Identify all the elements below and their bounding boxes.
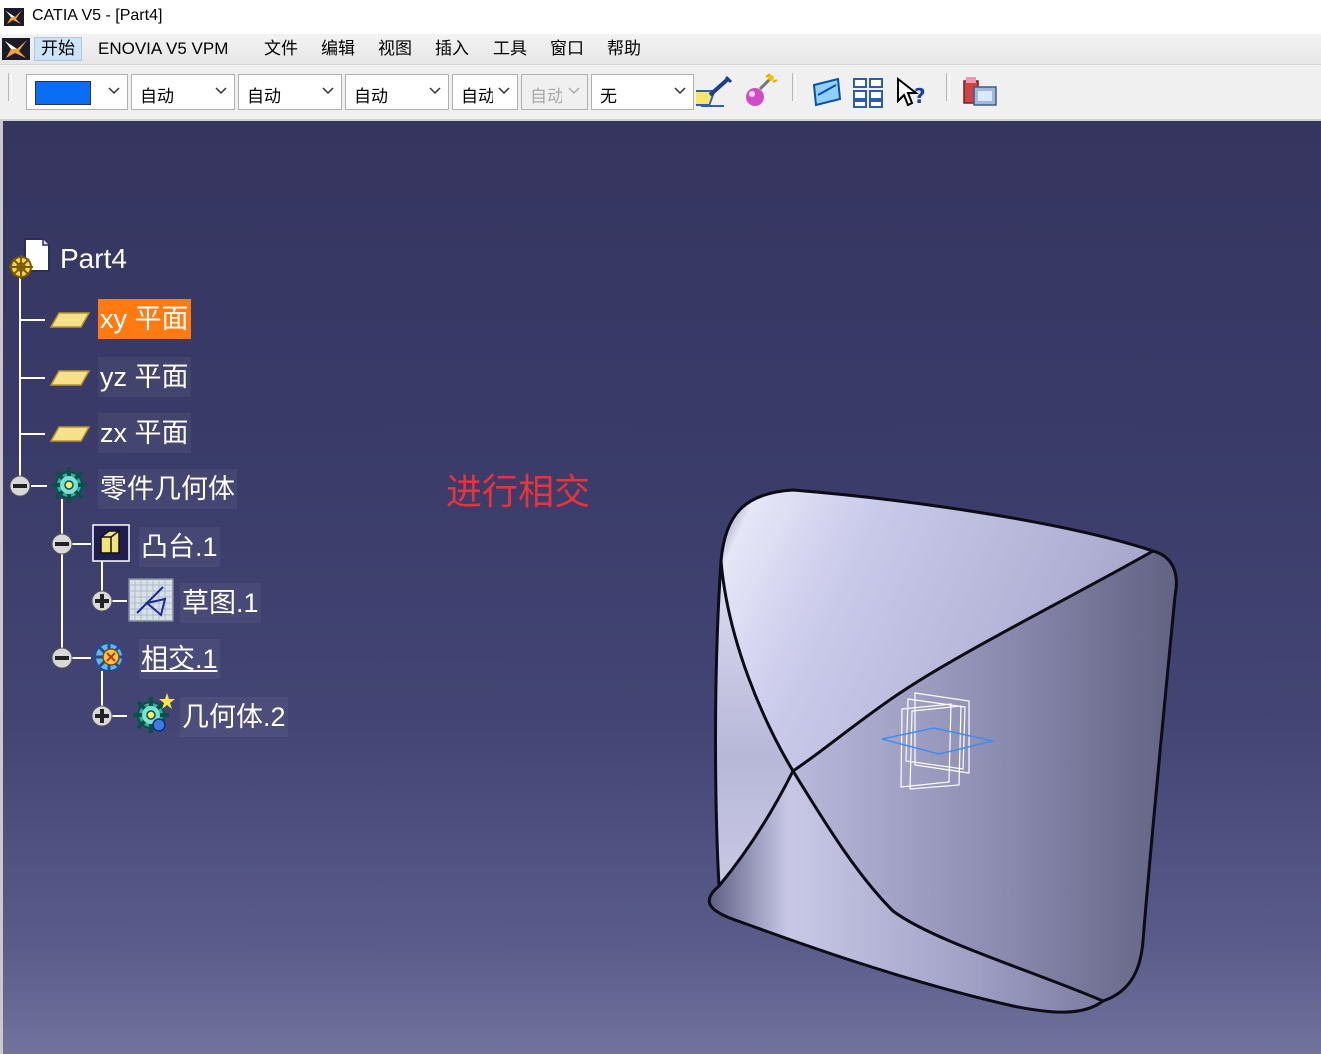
tree-item-xy-plane[interactable]: xy 平面: [98, 299, 191, 339]
tree-item-pad[interactable]: 凸台.1: [139, 527, 220, 567]
menu-tools[interactable]: 工具: [487, 38, 533, 60]
tree-root-part4[interactable]: Part4: [60, 243, 127, 275]
tree-item-intersect[interactable]: 相交.1: [139, 639, 220, 679]
plane-icon: [49, 312, 91, 328]
chevron-down-icon: [108, 87, 120, 95]
collapse-icon[interactable]: [9, 475, 31, 497]
transparency-value: 自动: [140, 87, 174, 106]
sketch-tool-icon[interactable]: [808, 73, 846, 111]
plane-icon: [49, 370, 91, 386]
rendering-style-combo: 自动: [521, 74, 588, 110]
expand-icon[interactable]: [91, 590, 113, 612]
tree-item-zx-plane[interactable]: zx 平面: [98, 413, 191, 453]
point-symbol-value: 自动: [461, 87, 493, 106]
color-combo[interactable]: [26, 74, 128, 110]
chevron-down-icon: [429, 87, 441, 95]
layer-value: 无: [600, 87, 617, 106]
toolbar-separator: [792, 73, 796, 101]
menu-enovia[interactable]: ENOVIA V5 VPM: [92, 38, 234, 60]
whats-this-icon[interactable]: ?: [892, 73, 930, 111]
graphic-properties-toolbar: 自动 自动 自动 自动 自动 无 ?: [0, 65, 1321, 121]
collapse-icon[interactable]: [51, 533, 73, 555]
chevron-down-icon: [322, 87, 334, 95]
thickness-combo[interactable]: 自动: [345, 74, 449, 110]
linetype-combo[interactable]: 自动: [238, 74, 342, 110]
tree-item-part-body[interactable]: 零件几何体: [98, 469, 237, 509]
chevron-down-icon: [674, 87, 686, 95]
3d-viewport[interactable]: Part4 xy 平面 yz 平面 zx 平面 零件几何体 凸台.1 草图.1 …: [0, 121, 1321, 1054]
menu-insert[interactable]: 插入: [429, 38, 475, 60]
svg-text:?: ?: [914, 84, 926, 108]
menu-bar: 开始 ENOVIA V5 VPM 文件 编辑 视图 插入 工具 窗口 帮助: [0, 34, 1321, 65]
menu-start[interactable]: 开始: [34, 37, 82, 61]
part-document-icon[interactable]: [5, 235, 53, 283]
point-symbol-combo[interactable]: 自动: [452, 74, 518, 110]
menu-help[interactable]: 帮助: [601, 38, 647, 60]
pad-icon: [92, 524, 130, 562]
expand-icon[interactable]: [91, 705, 113, 727]
rendering-style-value: 自动: [530, 87, 562, 106]
tree-item-sketch[interactable]: 草图.1: [180, 583, 261, 623]
thickness-value: 自动: [354, 87, 388, 106]
toolbar-separator: [946, 73, 950, 101]
chevron-down-icon: [498, 87, 510, 95]
transparency-combo[interactable]: 自动: [131, 74, 235, 110]
painter-brush-icon[interactable]: [696, 73, 734, 111]
chevron-down-icon: [568, 87, 580, 95]
catia-logo-icon: [4, 8, 24, 26]
catia-menu-icon[interactable]: [2, 38, 30, 60]
linetype-value: 自动: [247, 87, 281, 106]
toolbar-grip[interactable]: [8, 73, 12, 101]
menu-file[interactable]: 文件: [258, 38, 304, 60]
color-swatch: [35, 81, 91, 105]
tree-item-yz-plane[interactable]: yz 平面: [98, 357, 191, 397]
graphic-properties-icon[interactable]: [740, 73, 778, 111]
sketch-icon: [128, 578, 174, 622]
annotation-text: 进行相交: [446, 472, 591, 513]
layer-combo[interactable]: 无: [591, 74, 694, 110]
body-gear-icon: [51, 467, 87, 503]
menu-window[interactable]: 窗口: [544, 38, 590, 60]
menu-edit[interactable]: 编辑: [315, 38, 361, 60]
window-title: CATIA V5 - [Part4]: [32, 7, 163, 24]
chevron-down-icon: [215, 87, 227, 95]
collapse-icon[interactable]: [51, 647, 73, 669]
tree-item-body2[interactable]: 几何体.2: [180, 697, 288, 737]
catalog-icon[interactable]: [962, 73, 1000, 111]
title-bar: CATIA V5 - [Part4]: [0, 0, 1321, 34]
plane-icon: [49, 426, 91, 442]
menu-view[interactable]: 视图: [372, 38, 418, 60]
multi-select-icon[interactable]: [850, 73, 888, 111]
intersect-icon: [94, 642, 124, 672]
body-gear-icon: [133, 693, 175, 733]
